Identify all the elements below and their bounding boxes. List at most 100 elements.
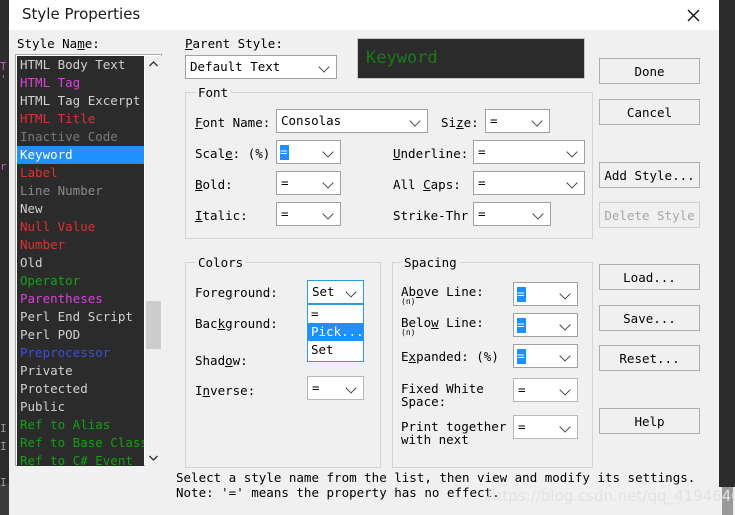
load-button-label: Load... <box>623 269 676 285</box>
list-item[interactable]: HTML Tag Excerpt <box>17 92 144 110</box>
list-item[interactable]: New <box>17 200 144 218</box>
chevron-down-icon <box>533 208 544 219</box>
status-line1: Select a style name from the list, then … <box>176 470 696 485</box>
list-item[interactable]: Perl End Script <box>17 308 144 326</box>
list-item[interactable]: HTML Body Text <box>17 56 144 74</box>
help-button[interactable]: Help <box>599 408 700 434</box>
page-title: Style Properties <box>22 5 141 23</box>
chevron-down-icon <box>560 384 571 395</box>
done-button-label: Done <box>634 63 665 79</box>
expanded-combobox[interactable]: = <box>513 344 578 368</box>
parent-style-label: Parent Style: <box>185 36 283 51</box>
background-label: Background: <box>195 316 278 331</box>
chevron-down-icon <box>560 319 571 330</box>
preview-text: Keyword <box>366 48 438 68</box>
editor-ghost-text-3: III <box>0 422 7 489</box>
list-item[interactable]: Parentheses <box>17 290 144 308</box>
reset-button[interactable]: Reset... <box>599 345 700 371</box>
foreground-option-pick[interactable]: Pick... <box>308 323 364 341</box>
scale-value-highlight: = <box>280 144 289 160</box>
print-together-value: = <box>518 419 526 434</box>
underline-combobox[interactable]: = <box>473 140 585 164</box>
italic-combobox[interactable]: = <box>276 202 341 226</box>
cancel-button[interactable]: Cancel <box>599 99 700 125</box>
style-name-list[interactable]: HTML Body Text HTML Tag HTML Tag Excerpt HT… <box>17 56 144 466</box>
list-item[interactable]: Null Value <box>17 218 144 236</box>
font-name-value: Consolas <box>281 113 342 128</box>
chevron-down-icon <box>346 286 357 297</box>
list-item[interactable]: Ref to Alias <box>17 416 144 434</box>
foreground-option-set[interactable]: Set <box>308 341 363 359</box>
list-item[interactable]: Inactive Code <box>17 128 144 146</box>
list-item[interactable]: Line Number <box>17 182 144 200</box>
below-line-sublabel: (n) <box>401 328 416 337</box>
list-item[interactable]: Ref to Base Class <box>17 434 144 452</box>
foreground-dropdown-list[interactable]: = Pick... Set <box>307 304 364 362</box>
underline-label: Underline: <box>393 146 469 161</box>
fixed-white-space-combobox[interactable]: = <box>513 378 578 402</box>
foreground-option-eq[interactable]: = <box>308 305 363 323</box>
size-combobox[interactable]: = <box>485 109 550 133</box>
expanded-value-highlight: = <box>517 348 526 364</box>
scrollbar-thumb[interactable] <box>146 301 161 349</box>
scale-value: = <box>280 144 288 159</box>
above-line-combobox[interactable]: = <box>513 282 578 306</box>
inverse-combobox[interactable]: = <box>307 376 364 400</box>
list-item[interactable]: Public <box>17 398 144 416</box>
list-item[interactable]: Ref to C# Event <box>17 452 144 466</box>
above-line-sublabel: (n) <box>401 297 416 306</box>
delete-style-button-label: Delete Style <box>604 207 695 223</box>
strike-thru-label: Strike-Thr <box>393 208 469 223</box>
scale-combobox[interactable]: = <box>276 140 341 164</box>
list-item[interactable]: Keyword <box>17 146 144 164</box>
bold-value: = <box>281 175 289 190</box>
below-line-combobox[interactable]: = <box>513 313 578 337</box>
save-button[interactable]: Save... <box>599 305 700 331</box>
title-bar: Style Properties <box>9 0 719 30</box>
font-name-label: Font Name: <box>195 115 271 130</box>
list-item[interactable]: Operator <box>17 272 144 290</box>
font-name-combobox[interactable]: Consolas <box>276 109 428 133</box>
print-together-combobox[interactable]: = <box>513 415 578 439</box>
help-button-label: Help <box>634 413 665 429</box>
style-name-label: Style Name: <box>17 36 100 51</box>
list-item[interactable]: HTML Title <box>17 110 144 128</box>
list-item[interactable]: Old <box>17 254 144 272</box>
parent-style-combobox[interactable]: Default Text <box>185 55 337 79</box>
scroll-up-button[interactable] <box>145 56 162 73</box>
editor-ghost-text-2: r <box>0 160 7 173</box>
list-item[interactable]: Private <box>17 362 144 380</box>
delete-style-button: Delete Style <box>599 202 700 228</box>
inverse-value: = <box>312 380 320 395</box>
italic-label: Italic: <box>195 208 248 223</box>
chevron-down-icon <box>323 208 334 219</box>
list-item[interactable]: Label <box>17 164 144 182</box>
foreground-label: Foreground: <box>195 285 278 300</box>
list-item[interactable]: HTML Tag <box>17 74 144 92</box>
close-button[interactable] <box>669 0 719 30</box>
load-button[interactable]: Load... <box>599 264 700 290</box>
style-name-listbox[interactable]: HTML Body Text HTML Tag HTML Tag Excerpt HT… <box>15 54 162 466</box>
scroll-down-button[interactable] <box>145 449 162 466</box>
italic-value: = <box>281 206 289 221</box>
chevron-down-icon <box>319 61 330 72</box>
list-item[interactable]: Protected <box>17 380 144 398</box>
chevron-down-icon <box>560 421 571 432</box>
add-style-button[interactable]: Add Style... <box>599 162 700 188</box>
parent-style-value: Default Text <box>190 59 281 74</box>
list-item[interactable]: Number <box>17 236 144 254</box>
bold-combobox[interactable]: = <box>276 171 341 195</box>
spacing-group-title: Spacing <box>401 255 460 270</box>
foreground-combobox[interactable]: Set <box>307 280 364 304</box>
fixed-white-space-value: = <box>518 382 526 397</box>
editor-ghost-text-1: T ' <box>0 60 7 86</box>
all-caps-combobox[interactable]: = <box>473 171 585 195</box>
list-item[interactable]: Preprocessor <box>17 344 144 362</box>
done-button[interactable]: Done <box>599 58 700 84</box>
colors-group-title: Colors <box>195 255 247 270</box>
strike-thru-combobox[interactable]: = <box>473 202 551 226</box>
below-line-value: = <box>517 317 525 332</box>
list-item[interactable]: Perl POD <box>17 326 144 344</box>
chevron-down-icon <box>410 115 421 126</box>
style-name-scrollbar[interactable] <box>145 56 162 466</box>
